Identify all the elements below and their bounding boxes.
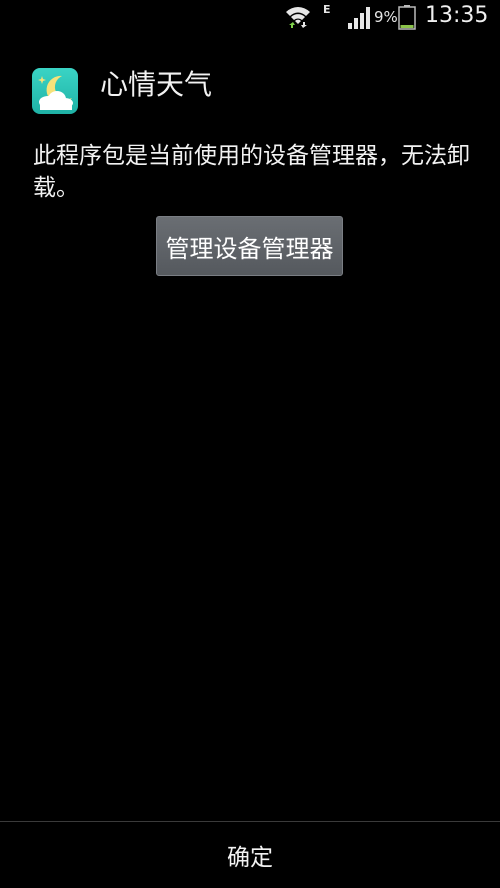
app-icon [32, 68, 78, 114]
ok-button[interactable]: 确定 [0, 822, 500, 888]
moon-cloud-icon [38, 75, 73, 110]
clock: 13:35 [425, 3, 489, 28]
battery-icon [398, 5, 416, 30]
network-type-label: E [323, 3, 331, 16]
manage-device-admin-button[interactable]: 管理设备管理器 [156, 216, 343, 276]
dialog-message: 此程序包是当前使用的设备管理器，无法卸载。 [33, 143, 470, 201]
wifi-icon [286, 7, 310, 28]
app-title: 心情天气 [100, 68, 213, 101]
signal-icon [348, 7, 370, 29]
status-bar: E 9% 13:35 [0, 0, 500, 34]
battery-percent: 9% [374, 8, 398, 26]
